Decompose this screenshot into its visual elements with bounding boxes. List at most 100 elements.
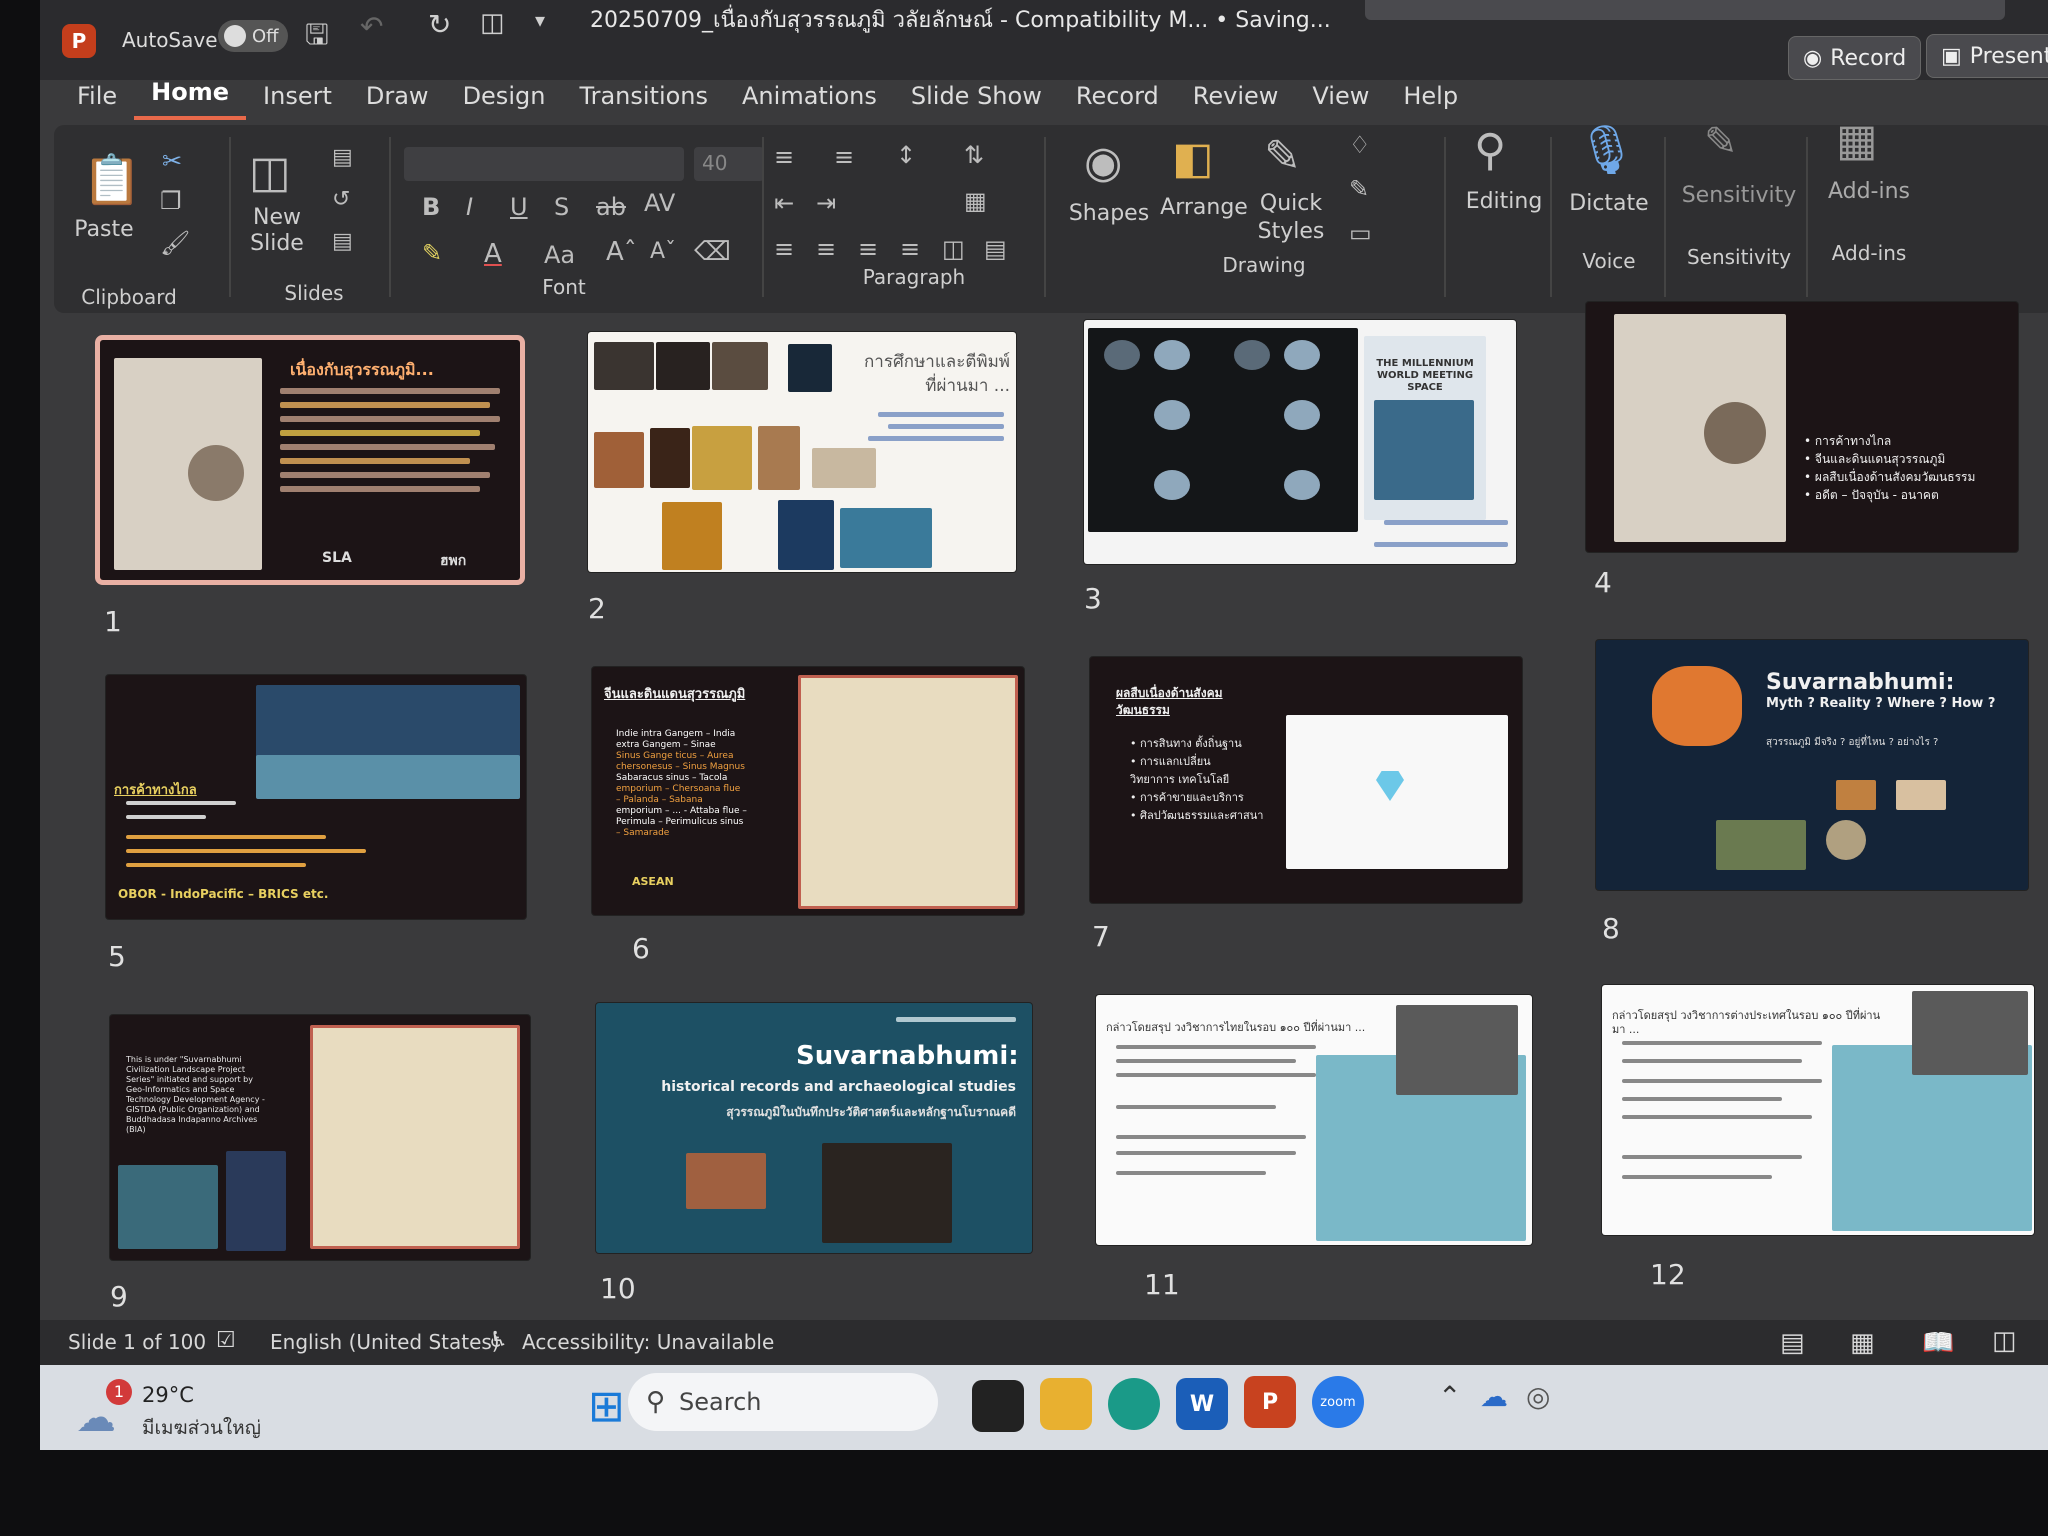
arrange-icon[interactable]: ◧ [1172, 133, 1214, 184]
slide-thumbnail-2[interactable]: การศึกษาและตีพิมพ์ ที่ผ่านมา ... [588, 332, 1016, 572]
customize-toolbar-icon[interactable]: ▾ [535, 8, 545, 32]
align-center-icon[interactable]: ≡ [816, 235, 836, 263]
new-slide-label-1[interactable]: New [232, 205, 322, 230]
slide-thumbnail-9[interactable]: This is under "Suvarnabhumi Civilization… [110, 1015, 530, 1260]
tab-transitions[interactable]: Transitions [562, 82, 725, 120]
smartart-icon[interactable]: ▤ [984, 235, 1007, 263]
tab-draw[interactable]: Draw [349, 82, 446, 120]
quick-styles-label-2[interactable]: Styles [1246, 219, 1336, 244]
font-size-select[interactable]: 40 [694, 147, 764, 181]
presenter-icon[interactable]: ◫ [480, 8, 505, 38]
char-spacing-icon[interactable]: AV [644, 189, 675, 217]
tab-home[interactable]: Home [134, 78, 247, 120]
slide-thumbnail-5[interactable]: การค้าทางไกล OBOR - IndoPacific – BRICS … [106, 675, 526, 919]
word-icon[interactable]: W [1176, 1378, 1228, 1430]
tab-design[interactable]: Design [446, 82, 563, 120]
italic-icon[interactable]: I [466, 193, 473, 221]
underline-icon[interactable]: U [510, 193, 528, 221]
highlight-icon[interactable]: ✎ [422, 239, 442, 267]
slide-thumbnail-10[interactable]: Suvarnabhumi: historical records and arc… [596, 1003, 1032, 1253]
edge-browser-icon[interactable] [1108, 1378, 1160, 1430]
shapes-icon[interactable]: ◉ [1084, 137, 1122, 188]
grow-font-icon[interactable]: Aˆ [606, 237, 637, 267]
line-spacing-icon[interactable]: ↕ [896, 141, 916, 169]
bold-icon[interactable]: B [422, 193, 440, 221]
shape-effects-icon[interactable]: ▭ [1349, 219, 1372, 247]
title-search-box[interactable] [1365, 0, 2005, 20]
section-icon[interactable]: ▤ [332, 229, 353, 254]
microphone-icon[interactable]: 🎙 [1576, 121, 1637, 178]
slideshow-view-icon[interactable]: ◫ [1992, 1326, 2017, 1356]
undo-icon[interactable]: ↶ [360, 10, 383, 43]
layout-icon[interactable]: ▤ [332, 145, 353, 170]
tab-help[interactable]: Help [1386, 82, 1475, 120]
weather-temperature[interactable]: 29°C [142, 1383, 194, 1407]
font-family-select[interactable] [404, 147, 684, 181]
tab-insert[interactable]: Insert [246, 82, 349, 120]
language-status[interactable]: English (United States) [270, 1330, 500, 1354]
bullets-icon[interactable]: ≡ [774, 143, 794, 171]
new-slide-label-2[interactable]: Slide [232, 231, 322, 256]
format-painter-icon[interactable]: 🖌 [160, 229, 190, 257]
save-icon[interactable]: 🖫 [305, 14, 329, 62]
clear-format-icon[interactable]: ⌫ [694, 237, 731, 267]
slide-thumbnail-7[interactable]: ผลสืบเนื่องด้านสังคมวัฒนธรรม • การสินทาง… [1090, 657, 1522, 903]
paste-icon[interactable]: 📋 [82, 151, 142, 208]
shapes-label[interactable]: Shapes [1059, 201, 1159, 226]
slide-thumbnail-12[interactable]: กล่าวโดยสรุป วงวิชาการต่างประเทศในรอบ ๑๐… [1602, 985, 2034, 1235]
editing-search-icon[interactable]: ⚲ [1474, 125, 1506, 176]
tab-view[interactable]: View [1295, 82, 1386, 120]
shape-outline-icon[interactable]: ✎ [1349, 175, 1369, 203]
tab-animations[interactable]: Animations [725, 82, 894, 120]
align-left-icon[interactable]: ≡ [774, 235, 794, 263]
shape-fill-icon[interactable]: ♢ [1349, 131, 1371, 159]
shrink-font-icon[interactable]: Aˇ [650, 239, 676, 264]
editing-label[interactable]: Editing [1454, 189, 1554, 214]
powerpoint-taskbar-icon[interactable]: P [1244, 1376, 1296, 1428]
sensitivity-label[interactable]: Sensitivity [1674, 183, 1804, 208]
slide-thumbnail-11[interactable]: กล่าวโดยสรุป วงวิชาการไทยในรอบ ๑๐๐ ปีที่… [1096, 995, 1532, 1245]
add-ins-label[interactable]: Add-ins [1814, 179, 1924, 204]
shadow-icon[interactable]: S [554, 193, 569, 221]
taskbar-search-box[interactable]: ⚲ Search [628, 1373, 938, 1431]
tab-record[interactable]: Record [1059, 82, 1176, 120]
add-ins-icon[interactable]: ▦ [1836, 115, 1878, 166]
tab-slide-show[interactable]: Slide Show [894, 82, 1059, 120]
justify-icon[interactable]: ≡ [900, 235, 920, 263]
columns-icon[interactable]: ◫ [942, 235, 965, 263]
quick-styles-label-1[interactable]: Quick [1246, 191, 1336, 216]
spellcheck-icon[interactable]: ☑ [216, 1328, 236, 1353]
network-icon[interactable]: ◎ [1526, 1380, 1550, 1413]
numbering-icon[interactable]: ≡ [834, 143, 854, 171]
tab-review[interactable]: Review [1176, 82, 1296, 120]
cut-icon[interactable]: ✂ [162, 147, 182, 175]
weather-condition[interactable]: มีเมฆส่วนใหญ่ [142, 1413, 261, 1443]
arrange-label[interactable]: Arrange [1154, 195, 1254, 220]
tab-file[interactable]: File [60, 82, 134, 120]
align-right-icon[interactable]: ≡ [858, 235, 878, 263]
text-direction-icon[interactable]: ⇅ [964, 141, 984, 169]
strikethrough-icon[interactable]: ab [596, 193, 626, 221]
slide-thumbnail-3[interactable]: THE MILLENNIUM WORLD MEETING SPACE [1084, 320, 1516, 564]
slide-sorter-icon[interactable]: ▦ [1850, 1328, 1875, 1358]
slide-thumbnail-1[interactable]: เนื่องกับสุวรรณภูมิ... SLA ฮพก [100, 340, 520, 580]
sensitivity-icon[interactable]: ✎ [1704, 119, 1738, 165]
new-slide-icon[interactable]: ◫ [249, 147, 291, 198]
dictate-label[interactable]: Dictate [1559, 191, 1659, 216]
reset-icon[interactable]: ↺ [332, 187, 350, 212]
present-button[interactable]: ▣ Present [1926, 34, 2048, 78]
quick-styles-icon[interactable]: ✎ [1264, 131, 1301, 182]
accessibility-icon[interactable]: ♿ [488, 1328, 508, 1353]
redo-icon[interactable]: ↻ [428, 8, 451, 41]
copy-icon[interactable]: ❐ [160, 187, 182, 215]
onedrive-icon[interactable]: ☁ [1480, 1380, 1508, 1413]
paste-button-label[interactable]: Paste [64, 217, 144, 242]
align-text-icon[interactable]: ▦ [964, 187, 987, 215]
change-case-icon[interactable]: Aa [544, 241, 575, 269]
accessibility-status[interactable]: Accessibility: Unavailable [522, 1330, 774, 1354]
slide-thumbnail-4[interactable]: • การค้าทางไกล • จีนและดินแดนสุวรรณภูมิ … [1586, 302, 2018, 552]
zoom-icon[interactable]: zoom [1312, 1376, 1364, 1428]
windows-start-icon[interactable]: ⊞ [588, 1381, 625, 1432]
reading-view-icon[interactable]: 📖 [1922, 1328, 1954, 1358]
slide-thumbnail-6[interactable]: จีนและดินแดนสุวรรณภูมิ Indie intra Gange… [592, 667, 1024, 915]
